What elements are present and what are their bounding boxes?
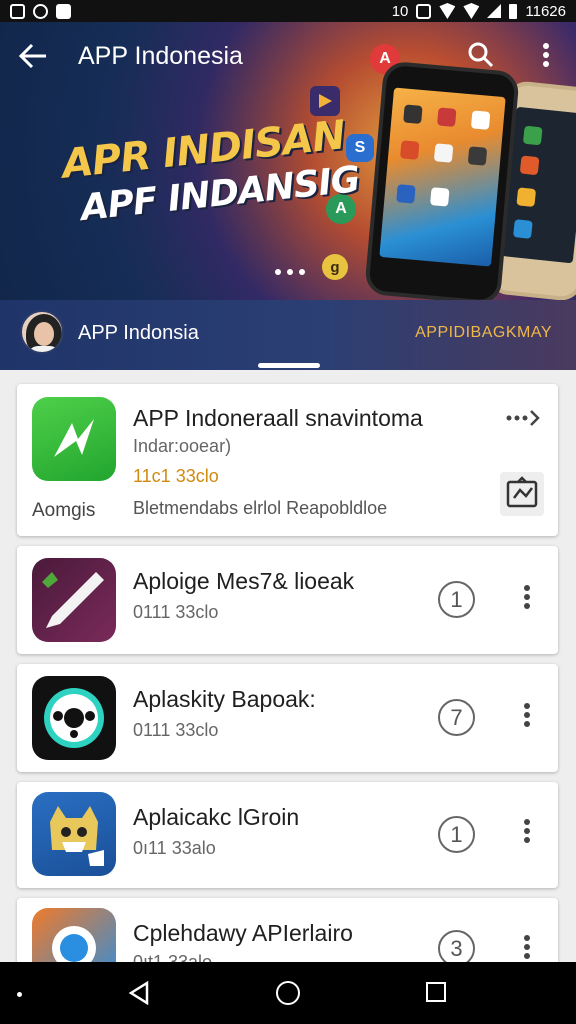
search-icon[interactable] <box>468 42 494 68</box>
featured-app-card[interactable]: APP Indoneraall snavintoma Indar:ooear) … <box>17 384 558 536</box>
more-vert-icon[interactable] <box>536 40 556 70</box>
g-app-icon: g <box>322 254 348 280</box>
featured-app-description: Bletmendabs elrlol Reapobldloe <box>133 498 388 518</box>
featured-app-icon <box>32 397 116 481</box>
avatar[interactable] <box>20 310 64 354</box>
status-bar: 10 11626 <box>0 0 576 22</box>
more-vert-icon[interactable] <box>521 582 533 616</box>
battery-icon <box>509 3 518 19</box>
signal-icon <box>487 4 502 18</box>
rank-badge: 3 <box>438 930 475 962</box>
featured-app-size: 11c1 33clo <box>133 466 219 486</box>
pen-icon <box>32 558 116 642</box>
vibrate-icon <box>416 3 432 19</box>
share-arrow-icon[interactable] <box>505 406 541 430</box>
hero-banner: APP Indonesia A S A g ▼ APR INDISAN APF … <box>0 22 576 300</box>
cat-mascot-icon <box>32 792 116 876</box>
publisher-tag: APPIDIBAGKMAY <box>415 324 552 341</box>
nav-dot-indicator <box>17 992 22 997</box>
clock: 11626 <box>525 2 566 20</box>
more-vert-icon[interactable] <box>521 932 533 962</box>
status-right: 10 11626 <box>392 3 566 20</box>
app-row[interactable]: Aploige Mes7& lioeak 0111 33clo 1 <box>17 546 558 654</box>
publisher-name[interactable]: APP Indonsia <box>78 322 199 345</box>
app-list[interactable]: APP Indoneraall snavintoma Indar:ooear) … <box>0 370 576 962</box>
app-icon <box>33 3 48 19</box>
app-row[interactable]: Aplaskity Bapoak: 0111 33clo 7 <box>17 664 558 772</box>
app-size: 0111 33clo <box>133 720 219 740</box>
nav-recents-icon[interactable] <box>426 982 446 1002</box>
sheet-handle[interactable] <box>258 363 320 368</box>
image-icon <box>56 3 71 19</box>
hero-headline: APR INDISAN APF INDANSIG <box>60 111 361 230</box>
chat-bubble-icon <box>32 908 116 962</box>
rank-badge: 1 <box>438 581 475 618</box>
system-nav-bar <box>0 962 576 1024</box>
play-triangle-icon <box>310 86 340 116</box>
app-title[interactable]: Cplehdawy APIerlairo <box>133 920 353 947</box>
phone-illustration-front <box>364 60 520 300</box>
app-row[interactable]: Cplehdawy APIerlairo 0ıt1 33alo 3 <box>17 898 558 962</box>
face-icon <box>32 676 116 760</box>
app-size: 0ı11 33alo <box>133 838 216 858</box>
network-label: 10 <box>391 2 409 20</box>
nav-back-icon[interactable] <box>128 980 150 1006</box>
featured-app-title[interactable]: APP Indoneraall snavintoma <box>133 405 423 432</box>
app-title[interactable]: Aplaicakc lGroin <box>133 804 299 831</box>
featured-app-subtitle: Indar:ooear) <box>133 436 232 456</box>
app-row[interactable]: Aplaicakc lGroin 0ı11 33alo 1 <box>17 782 558 888</box>
rank-badge: 1 <box>438 816 475 853</box>
wifi-icon-2 <box>463 3 480 19</box>
page-title: APP Indonesia <box>78 42 243 70</box>
sim-icon <box>10 3 25 19</box>
rank-badge: 7 <box>438 699 475 736</box>
publisher-strip: APP Indonsia APPIDIBAGKMAY <box>0 300 576 370</box>
install-box-icon[interactable] <box>500 472 544 516</box>
featured-app-icon-label: Aomgis <box>32 500 96 521</box>
status-left <box>10 3 71 19</box>
more-vert-icon[interactable] <box>521 700 533 734</box>
dots-decoration <box>274 268 310 276</box>
app-size: 0ıt1 33alo <box>133 952 213 962</box>
wifi-icon <box>439 3 456 19</box>
app-size: 0111 33clo <box>133 602 219 622</box>
nav-home-icon[interactable] <box>276 981 300 1005</box>
more-vert-icon[interactable] <box>521 816 533 850</box>
app-title[interactable]: Aplaskity Bapoak: <box>133 686 316 713</box>
back-arrow-icon[interactable] <box>18 42 48 70</box>
app-title[interactable]: Aploige Mes7& lioeak <box>133 568 354 595</box>
